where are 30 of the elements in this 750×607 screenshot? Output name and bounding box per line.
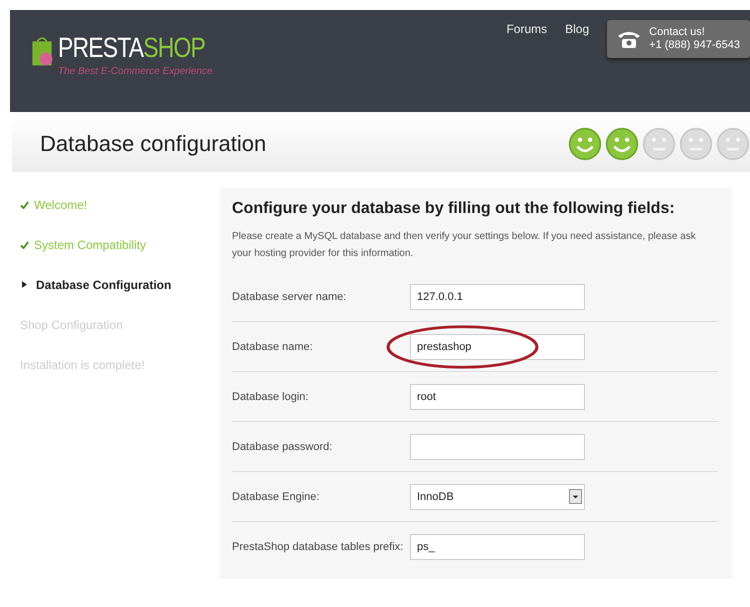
telephone-icon bbox=[617, 29, 642, 49]
logo-tagline: The Best E-Commerce Experience bbox=[58, 66, 214, 77]
step-item: Welcome! bbox=[20, 198, 220, 238]
nav-link[interactable]: Blog bbox=[565, 22, 590, 36]
page-title: Database configuration bbox=[40, 131, 266, 157]
step-item: Database Configuration bbox=[20, 278, 220, 318]
field-label: Database login: bbox=[232, 390, 310, 402]
contact-box[interactable]: Contact us! +1 (888) 947-6543 bbox=[607, 20, 750, 58]
field-label: Database server name: bbox=[232, 290, 348, 302]
input-field[interactable]: prestashop bbox=[410, 334, 585, 360]
input-field[interactable]: root bbox=[410, 384, 585, 410]
arrow-icon bbox=[22, 281, 27, 288]
input-field[interactable] bbox=[410, 434, 585, 460]
contact-title: Contact us! bbox=[649, 26, 706, 39]
field-label: PrestaShop database tables prefix: bbox=[232, 540, 404, 552]
input-field[interactable]: ps_ bbox=[410, 534, 585, 560]
step-item: System Compatibility bbox=[20, 238, 220, 278]
input-field[interactable]: 127.0.0.1 bbox=[410, 284, 585, 310]
check-icon bbox=[20, 241, 29, 249]
form-heading: Configure your database by filling out the following fields: bbox=[232, 200, 676, 218]
nav-link[interactable]: Forums bbox=[506, 22, 548, 36]
dropdown[interactable]: InnoDB bbox=[410, 484, 585, 510]
field-label: Database Engine: bbox=[232, 490, 320, 502]
contact-phone: +1 (888) 947-6543 bbox=[649, 39, 740, 52]
logo-text: SHOP bbox=[143, 32, 206, 63]
form-intro: Please create a MySQL database and then verify your settings below. If you need assistance, please ask your hosting provider for this information. bbox=[232, 230, 697, 261]
check-icon bbox=[20, 201, 29, 209]
field-label: Database name: bbox=[232, 340, 314, 352]
field-label: Database password: bbox=[232, 440, 334, 452]
logo-text: PRESTA bbox=[58, 32, 144, 63]
